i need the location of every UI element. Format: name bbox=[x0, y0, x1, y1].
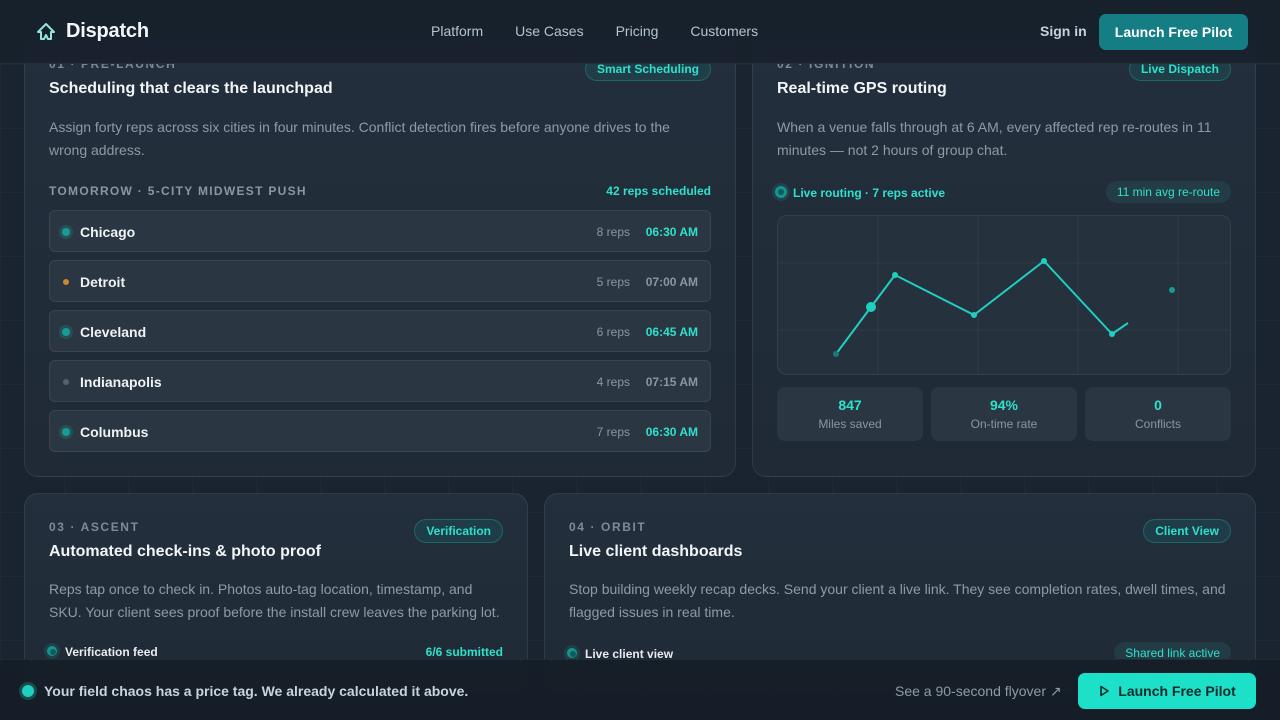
stat-conflicts: 0 Conflicts bbox=[1085, 387, 1231, 441]
stat-label: On-time rate bbox=[970, 417, 1038, 431]
desc-line-1: Assign forty reps across six cities in f… bbox=[49, 119, 670, 135]
live-indicator-dot bbox=[775, 186, 787, 198]
schedule-row-detroit[interactable]: Detroit 5 reps 07:00 AM bbox=[49, 260, 711, 302]
card-description: Stop building weekly recap decks. Send y… bbox=[569, 578, 1239, 624]
nav-link-use-cases[interactable]: Use Cases bbox=[515, 23, 583, 39]
schedule-row-chicago[interactable]: Chicago 8 reps 06:30 AM bbox=[49, 210, 711, 252]
status-dot bbox=[62, 428, 70, 436]
nav-link-pricing[interactable]: Pricing bbox=[616, 23, 659, 39]
status-dot bbox=[62, 328, 70, 336]
row-time: 07:00 AM bbox=[645, 275, 698, 289]
card-title: Real-time GPS routing bbox=[777, 80, 947, 97]
card-title: Automated check-ins & photo proof bbox=[49, 543, 321, 560]
sign-in-link[interactable]: Sign in bbox=[1040, 23, 1087, 39]
stat-label: Miles saved bbox=[818, 417, 882, 431]
stat-value: 0 bbox=[1154, 397, 1162, 413]
stat-value: 94% bbox=[989, 397, 1019, 413]
stat-on-time-rate: 94% On-time rate bbox=[931, 387, 1077, 441]
row-time: 06:30 AM bbox=[645, 225, 698, 239]
desc-line-1: Stop building weekly recap decks. Send y… bbox=[569, 581, 1226, 597]
route-map-svg bbox=[778, 216, 1230, 374]
card-title: Scheduling that clears the launchpad bbox=[49, 80, 333, 97]
route-path bbox=[835, 260, 1129, 355]
feed-indicator-dot bbox=[47, 646, 57, 656]
schedule-row-cleveland[interactable]: Cleveland 6 reps 06:45 AM bbox=[49, 310, 711, 352]
card-title: Live client dashboards bbox=[569, 543, 743, 560]
reps-scheduled-count: 42 reps scheduled bbox=[606, 184, 711, 198]
route-stop bbox=[1169, 287, 1175, 293]
nav-links: Platform Use Cases Pricing Customers bbox=[431, 23, 758, 39]
launch-pilot-bottom-label: Launch Free Pilot bbox=[1118, 683, 1236, 699]
schedule-row-columbus[interactable]: Columbus 7 reps 06:30 AM bbox=[49, 410, 711, 452]
dispatch-logo-icon bbox=[37, 22, 55, 40]
stat-label: Conflicts bbox=[1134, 417, 1181, 431]
verification-feed-label: Verification feed bbox=[65, 645, 158, 659]
brand-name: Dispatch bbox=[66, 20, 149, 42]
card-description: Assign forty reps across six cities in f… bbox=[49, 116, 709, 162]
desc-line-2: SKU. Your client sees proof before the i… bbox=[49, 604, 500, 620]
route-stop bbox=[892, 272, 898, 278]
map-grid bbox=[778, 216, 1230, 374]
route-stop bbox=[1109, 331, 1115, 337]
routing-card: 02 · IGNITION Live Dispatch Real-time GP… bbox=[752, 38, 1256, 477]
row-time: 06:45 AM bbox=[645, 325, 698, 339]
row-reps: 5 reps bbox=[596, 275, 630, 289]
row-time: 07:15 AM bbox=[645, 375, 698, 389]
desc-line-1: When a venue falls through at 6 AM, ever… bbox=[777, 119, 1212, 135]
nav-link-customers[interactable]: Customers bbox=[690, 23, 758, 39]
schedule-group-label: TOMORROW · 5-CITY MIDWEST PUSH bbox=[49, 184, 307, 198]
row-city: Chicago bbox=[80, 224, 136, 240]
launch-pilot-button[interactable]: Launch Free Pilot bbox=[1099, 14, 1248, 50]
row-time: 06:30 AM bbox=[645, 425, 698, 439]
status-dot bbox=[63, 379, 69, 385]
row-city: Detroit bbox=[80, 274, 126, 290]
cta-bar-message: Your field chaos has a price tag. We alr… bbox=[44, 683, 469, 699]
row-reps: 7 reps bbox=[596, 425, 630, 439]
avg-reroute-badge: 11 min avg re-route bbox=[1105, 181, 1231, 203]
route-stop bbox=[971, 312, 977, 318]
card-description: When a venue falls through at 6 AM, ever… bbox=[777, 116, 1237, 162]
status-indicator-dot bbox=[22, 685, 34, 697]
desc-line-1: Reps tap once to check in. Photos auto-t… bbox=[49, 581, 473, 597]
scheduling-card: 01 · PRE-LAUNCH Smart Scheduling Schedul… bbox=[24, 38, 736, 477]
row-reps: 6 reps bbox=[596, 325, 630, 339]
launch-pilot-bottom-button[interactable]: Launch Free Pilot bbox=[1078, 673, 1256, 709]
card-eyebrow: 03 · ASCENT bbox=[49, 520, 140, 534]
sticky-cta-bar: Your field chaos has a price tag. We alr… bbox=[0, 659, 1280, 720]
nav-link-platform[interactable]: Platform bbox=[431, 23, 483, 39]
top-nav: Dispatch Platform Use Cases Pricing Cust… bbox=[0, 0, 1280, 64]
row-reps: 4 reps bbox=[596, 375, 630, 389]
client-view-badge: Client View bbox=[1143, 519, 1231, 543]
row-city: Columbus bbox=[80, 424, 149, 440]
status-dot bbox=[62, 228, 70, 236]
desc-line-2: minutes — not 2 hours of group chat. bbox=[777, 142, 1008, 158]
row-city: Indianapolis bbox=[80, 374, 162, 390]
brand[interactable]: Dispatch bbox=[36, 20, 149, 43]
desc-line-2: flagged issues in real time. bbox=[569, 604, 735, 620]
stat-miles-saved: 847 Miles saved bbox=[777, 387, 923, 441]
schedule-row-indianapolis[interactable]: Indianapolis 4 reps 07:15 AM bbox=[49, 360, 711, 402]
live-routing-label: Live routing · 7 reps active bbox=[793, 186, 946, 200]
active-rep-marker bbox=[866, 302, 876, 312]
card-eyebrow: 04 · ORBIT bbox=[569, 520, 647, 534]
verification-feed-status: 6/6 submitted bbox=[425, 645, 503, 659]
schedule-list: Chicago 8 reps 06:30 AM Detroit 5 reps 0… bbox=[49, 210, 711, 460]
row-reps: 8 reps bbox=[596, 225, 630, 239]
status-dot bbox=[63, 279, 69, 285]
desc-line-2: wrong address. bbox=[49, 142, 145, 158]
flyover-video-link[interactable]: See a 90-second flyover ↗ bbox=[895, 683, 1062, 700]
row-city: Cleveland bbox=[80, 324, 147, 340]
route-stop bbox=[833, 351, 839, 357]
play-icon bbox=[1100, 685, 1110, 697]
stat-value: 847 bbox=[838, 397, 862, 413]
route-map[interactable] bbox=[777, 215, 1231, 375]
card-description: Reps tap once to check in. Photos auto-t… bbox=[49, 578, 509, 624]
client-view-dot bbox=[567, 648, 577, 658]
route-stop bbox=[1041, 258, 1047, 264]
verification-badge: Verification bbox=[414, 519, 503, 543]
